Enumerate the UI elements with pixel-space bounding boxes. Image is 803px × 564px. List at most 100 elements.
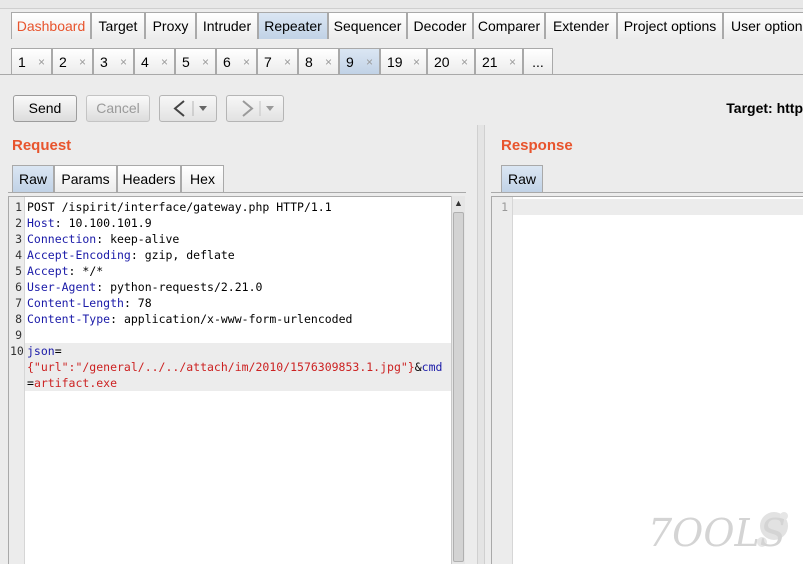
tab-extender[interactable]: Extender: [545, 12, 617, 39]
request-tab-params[interactable]: Params: [54, 165, 117, 192]
scrollbar-thumb[interactable]: [453, 212, 464, 562]
header-colon: :: [54, 216, 62, 230]
header-line: Accept-Encoding: gzip, deflate: [27, 247, 235, 263]
forward-button[interactable]: [226, 95, 284, 122]
header-name: Accept-Encoding: [27, 248, 131, 262]
line-gutter: [492, 197, 513, 564]
scroll-up-icon[interactable]: ▲: [454, 198, 463, 208]
close-icon[interactable]: ×: [120, 49, 127, 75]
request-tab-9[interactable]: 9 ×: [339, 48, 380, 74]
request-tab-3[interactable]: 3 ×: [93, 48, 134, 74]
close-icon[interactable]: ×: [509, 49, 516, 75]
watermark-text: 7OOLS: [648, 511, 786, 554]
close-icon[interactable]: ×: [413, 49, 420, 75]
current-line-highlight: [513, 199, 803, 215]
close-icon[interactable]: ×: [325, 49, 332, 75]
tab-number: 5: [182, 54, 190, 70]
request-tab-raw[interactable]: Raw: [12, 165, 54, 192]
tab-number: 19: [387, 54, 403, 70]
close-icon[interactable]: ×: [243, 49, 250, 75]
tab-decoder[interactable]: Decoder: [407, 12, 473, 39]
request-tab-19[interactable]: 19 ×: [380, 48, 427, 74]
request-tab-6[interactable]: 6 ×: [216, 48, 257, 74]
header-value: gzip, deflate: [137, 248, 235, 262]
request-tab-1[interactable]: 1 ×: [11, 48, 52, 74]
close-icon[interactable]: ×: [202, 49, 209, 75]
header-name: Connection: [27, 232, 97, 246]
request-tab-2[interactable]: 2 ×: [52, 48, 93, 74]
request-tab-bar: 1 × 2 × 3 × 4 × 5 × 6 × 7 × 8 × 9 × 19 × 20 × 21 × .…: [0, 41, 803, 75]
request-line: POST /ispirit/interface/gateway.php HTTP…: [27, 200, 332, 214]
header-value: python-requests/2.21.0: [103, 280, 263, 294]
tab-sequencer[interactable]: Sequencer: [328, 12, 407, 39]
tab-user-options[interactable]: User options: [723, 12, 803, 39]
request-tab-8[interactable]: 8 ×: [298, 48, 339, 74]
back-arrow-icon: [173, 100, 207, 117]
line-number: 8: [15, 312, 22, 326]
line-number: 4: [15, 248, 22, 262]
tab-number: 3: [100, 54, 108, 70]
header-line: Host: 10.100.101.9: [27, 215, 152, 231]
forward-arrow-icon: [242, 100, 274, 117]
param-value: {"url":"/general/../../attach/im/2010/15…: [27, 360, 415, 374]
header-name: Host: [27, 216, 55, 230]
tab-comparer[interactable]: Comparer: [473, 12, 545, 39]
cancel-button[interactable]: Cancel: [86, 95, 150, 122]
tab-intruder[interactable]: Intruder: [196, 12, 258, 39]
request-tab-underline: [8, 192, 466, 193]
close-icon[interactable]: ×: [38, 49, 45, 75]
tab-number: 1: [18, 54, 26, 70]
line-number: 7: [15, 296, 22, 310]
line-number: 3: [15, 232, 22, 246]
close-icon[interactable]: ×: [461, 49, 468, 75]
send-button[interactable]: Send: [13, 95, 77, 122]
header-line: Accept: */*: [27, 263, 103, 279]
target-label[interactable]: Target: http: [726, 100, 803, 116]
response-tab-raw[interactable]: Raw: [501, 165, 543, 192]
param-separator: &: [414, 360, 422, 374]
header-value: 78: [130, 296, 152, 310]
tab-proxy[interactable]: Proxy: [145, 12, 196, 39]
tab-project-options[interactable]: Project options: [617, 12, 723, 39]
close-icon[interactable]: ×: [284, 49, 291, 75]
close-icon[interactable]: ×: [366, 49, 373, 75]
header-line: Content-Type: application/x-www-form-url…: [27, 311, 352, 327]
request-tab-headers[interactable]: Headers: [117, 165, 181, 192]
request-tab-21[interactable]: 21 ×: [475, 48, 523, 74]
line-number: 5: [15, 264, 22, 278]
request-tab-7[interactable]: 7 ×: [257, 48, 298, 74]
request-tab-20[interactable]: 20 ×: [427, 48, 475, 74]
request-tab-4[interactable]: 4 ×: [134, 48, 175, 74]
line-number: 1: [501, 200, 508, 214]
tab-target[interactable]: Target: [91, 12, 145, 39]
header-value: */*: [75, 264, 104, 278]
param-equals: =: [27, 376, 34, 390]
header-value: 10.100.101.9: [61, 216, 152, 230]
request-scrollbar[interactable]: ▲: [451, 196, 465, 564]
close-icon[interactable]: ×: [161, 49, 168, 75]
tab-dashboard[interactable]: Dashboard: [11, 12, 91, 39]
tab-repeater[interactable]: Repeater: [258, 12, 328, 39]
line-number: 2: [15, 216, 22, 230]
body-line: {"url":"/general/../../attach/im/2010/15…: [27, 359, 442, 375]
param-value: artifact.exe: [33, 376, 118, 390]
response-tab-underline: [491, 192, 803, 193]
line-number: 10: [10, 344, 24, 358]
back-button[interactable]: [159, 95, 217, 122]
param-name: json: [27, 344, 55, 358]
header-line: Content-Length: 78: [27, 295, 152, 311]
header-colon: :: [110, 312, 118, 326]
close-icon[interactable]: ×: [79, 49, 86, 75]
header-name: Content-Length: [27, 296, 124, 310]
tab-number: 20: [434, 54, 450, 70]
main-tab-bar: Dashboard Target Proxy Intruder Repeater…: [0, 9, 803, 42]
header-name: Content-Type: [27, 312, 111, 326]
request-tab-hex[interactable]: Hex: [181, 165, 224, 192]
tab-number: 6: [223, 54, 231, 70]
request-title: Request: [12, 137, 72, 154]
new-tab-button[interactable]: ...: [523, 48, 553, 74]
line-number: 9: [15, 328, 22, 342]
pane-splitter[interactable]: [477, 125, 485, 564]
request-tab-5[interactable]: 5 ×: [175, 48, 216, 74]
request-editor[interactable]: 1 2 3 4 5 6 7 8 9 10 POST /ispirit/inter…: [8, 196, 451, 564]
